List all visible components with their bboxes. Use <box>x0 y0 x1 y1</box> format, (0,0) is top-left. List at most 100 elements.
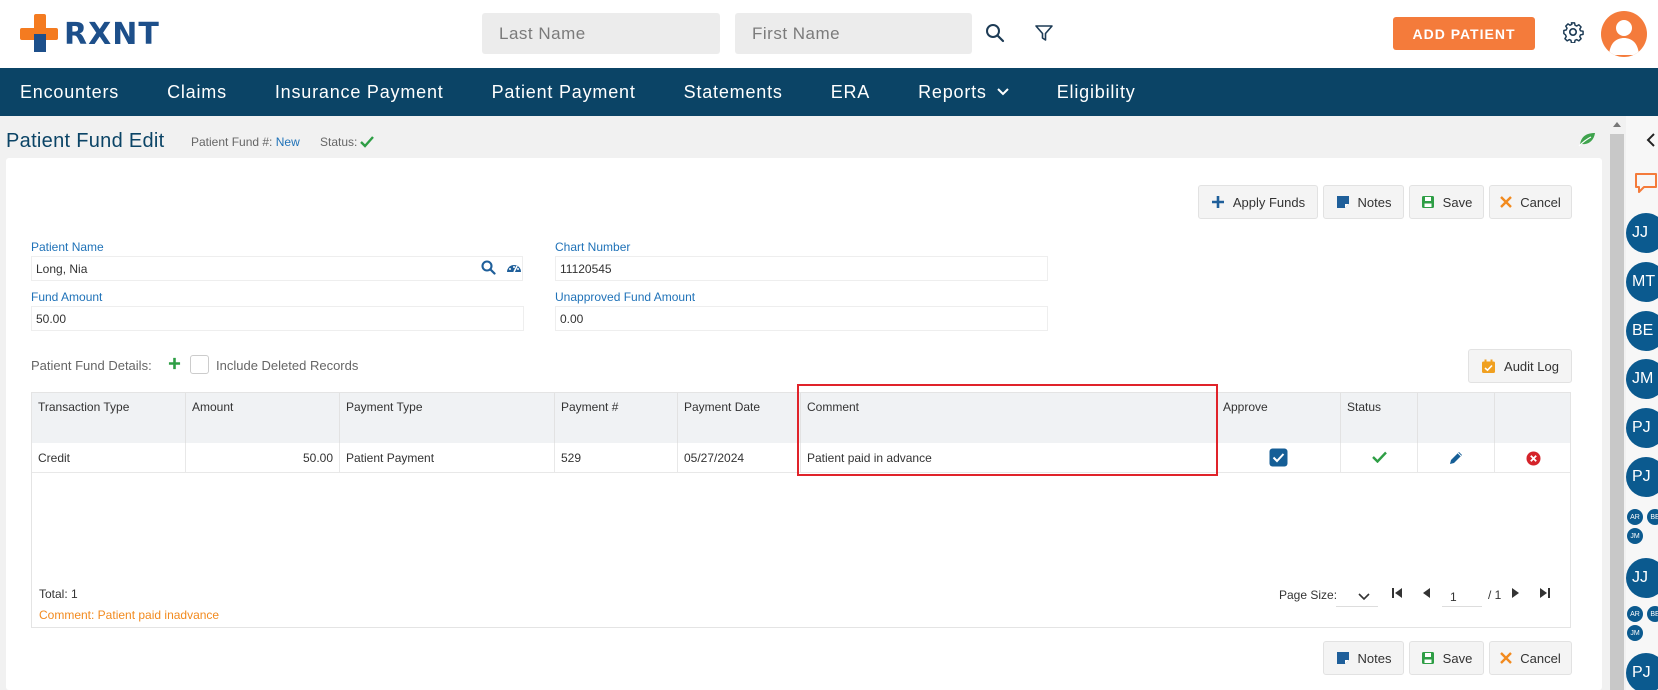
grid-total: Total: 1 <box>39 587 78 601</box>
delete-icon[interactable] <box>1526 451 1541 466</box>
next-page-icon[interactable] <box>1505 582 1527 604</box>
comment-note: Comment: Patient paid inadvance <box>39 608 220 622</box>
dashboard-icon[interactable] <box>503 256 525 278</box>
collapse-chevron-icon[interactable] <box>1646 133 1656 147</box>
pencil-icon[interactable] <box>1448 450 1464 466</box>
save-button-bottom[interactable]: Save <box>1409 641 1484 675</box>
rail-avatar-2[interactable]: MT <box>1626 262 1658 302</box>
page-size-label: Page Size: <box>1279 588 1338 602</box>
status-check-icon <box>1371 451 1387 463</box>
rail-avatar-5[interactable]: PJ <box>1626 408 1658 448</box>
cancel-button-top[interactable]: Cancel <box>1489 185 1572 219</box>
first-name-input[interactable] <box>735 13 972 54</box>
nav-eligibility[interactable]: Eligibility <box>1057 82 1136 103</box>
cell-amount: 50.00 <box>186 443 340 473</box>
close-icon <box>1500 196 1513 208</box>
col-transaction-type[interactable]: Transaction Type <box>32 393 186 443</box>
last-page-icon[interactable] <box>1534 582 1556 604</box>
cell-comment[interactable]: Patient paid in advance <box>801 443 1217 473</box>
cell-approve <box>1217 443 1341 473</box>
notes-label-top: Notes <box>1357 194 1392 210</box>
gear-icon[interactable] <box>1560 19 1586 45</box>
apply-funds-label: Apply Funds <box>1232 194 1306 210</box>
col-payment-type[interactable]: Payment Type <box>340 393 555 443</box>
chevron-down-icon <box>1358 593 1370 601</box>
nav-reports[interactable]: Reports <box>918 82 1009 103</box>
chart-number-field[interactable] <box>555 256 1048 281</box>
col-approve[interactable]: Approve <box>1217 393 1341 443</box>
notes-icon <box>1336 196 1349 208</box>
notes-label-bottom: Notes <box>1357 650 1392 666</box>
fund-amount-field[interactable] <box>31 306 524 331</box>
nav-patient-payment[interactable]: Patient Payment <box>492 82 636 103</box>
page-size-select[interactable] <box>1336 585 1378 607</box>
nav-reports-label: Reports <box>918 81 987 102</box>
leaf-icon <box>1578 131 1596 152</box>
cancel-button-bottom[interactable]: Cancel <box>1489 641 1572 675</box>
rail-avatar-3[interactable]: BE <box>1626 311 1658 351</box>
chart-number-label: Chart Number <box>555 240 631 254</box>
col-status[interactable]: Status <box>1341 393 1418 443</box>
save-icon <box>1421 196 1434 208</box>
user-avatar[interactable] <box>1601 11 1647 57</box>
rail-mini-avatar[interactable]: JM <box>1627 528 1643 544</box>
save-label-top: Save <box>1442 194 1473 210</box>
save-label-bottom: Save <box>1442 650 1473 666</box>
rxnt-logo[interactable]: RXNT <box>20 14 160 54</box>
rail-mini-avatar[interactable]: JM <box>1627 625 1643 641</box>
status-info: Status: <box>320 135 375 149</box>
last-name-input[interactable] <box>482 13 720 54</box>
rail-avatar-7[interactable]: JJ <box>1626 558 1658 598</box>
cell-payment-type: Patient Payment <box>340 443 555 473</box>
notes-icon <box>1336 652 1349 664</box>
first-page-icon[interactable] <box>1386 582 1408 604</box>
notes-button-bottom[interactable]: Notes <box>1323 641 1404 675</box>
notes-button-top[interactable]: Notes <box>1323 185 1404 219</box>
rail-avatar-8[interactable]: PJ <box>1626 653 1658 690</box>
patient-name-field[interactable] <box>31 256 523 281</box>
unapproved-fund-field[interactable] <box>555 306 1048 331</box>
filter-icon[interactable] <box>1031 20 1057 46</box>
nav-encounters[interactable]: Encounters <box>20 82 119 103</box>
rail-avatar-4[interactable]: JM <box>1626 359 1658 399</box>
status-label: Status: <box>320 135 358 149</box>
logo-cross-icon <box>20 14 60 54</box>
add-detail-plus-icon[interactable] <box>163 352 185 374</box>
scroll-up-icon[interactable] <box>1612 120 1622 128</box>
apply-funds-button[interactable]: Apply Funds <box>1198 185 1318 219</box>
save-icon <box>1421 652 1434 664</box>
col-amount[interactable]: Amount <box>186 393 340 443</box>
audit-log-label: Audit Log <box>1504 358 1559 374</box>
col-payment-number[interactable]: Payment # <box>555 393 678 443</box>
cancel-label-top: Cancel <box>1520 194 1561 210</box>
save-button-top[interactable]: Save <box>1409 185 1484 219</box>
rail-mini-avatar[interactable]: BE <box>1647 509 1658 525</box>
col-comment[interactable]: Comment <box>801 393 1217 443</box>
col-delete <box>1495 393 1570 443</box>
prev-page-icon[interactable] <box>1415 582 1437 604</box>
rail-mini-avatar[interactable]: BE <box>1647 606 1658 622</box>
nav-era[interactable]: ERA <box>831 82 870 103</box>
cell-status <box>1341 443 1418 473</box>
search-icon[interactable] <box>982 20 1008 46</box>
cell-transaction-type: Credit <box>32 443 186 473</box>
col-payment-date[interactable]: Payment Date <box>678 393 801 443</box>
include-deleted-checkbox[interactable] <box>190 355 209 374</box>
rail-avatar-6[interactable]: PJ <box>1626 457 1658 497</box>
nav-insurance-payment[interactable]: Insurance Payment <box>275 82 444 103</box>
chat-icon[interactable] <box>1633 172 1658 196</box>
nav-statements[interactable]: Statements <box>684 82 783 103</box>
patient-search-icon[interactable] <box>477 256 499 278</box>
page-number-input[interactable] <box>1442 587 1482 607</box>
rail-mini-avatar[interactable]: AR <box>1627 509 1643 525</box>
audit-log-button[interactable]: Audit Log <box>1468 349 1572 383</box>
fund-amount-label: Fund Amount <box>31 290 103 304</box>
rail-avatar-1[interactable]: JJ <box>1626 213 1658 253</box>
chevron-down-icon <box>997 88 1009 96</box>
add-patient-button[interactable]: ADD PATIENT <box>1393 17 1535 50</box>
rail-mini-avatar[interactable]: AR <box>1627 606 1643 622</box>
calendar-icon <box>1482 359 1496 373</box>
scrollbar-thumb[interactable] <box>1610 134 1624 690</box>
nav-claims[interactable]: Claims <box>167 82 227 103</box>
approve-checkbox[interactable] <box>1269 448 1288 467</box>
